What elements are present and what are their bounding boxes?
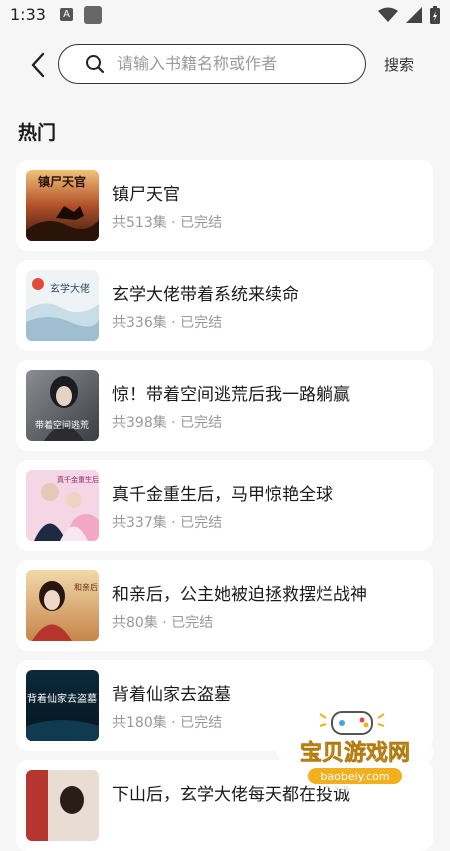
- episode-count: 共80集: [112, 615, 158, 631]
- cover-title: 带着空间逃荒: [35, 419, 89, 431]
- book-meta: 共180集 · 已完结: [112, 715, 223, 731]
- watermark-logo: 宝贝游戏网 baobeiy.com: [270, 704, 440, 794]
- episode-count: 共337集: [112, 515, 167, 531]
- book-card[interactable]: 镇尸天官 镇尸天官 共513集 · 已完结: [16, 160, 433, 251]
- watermark-url: baobeiy.com: [320, 770, 389, 783]
- book-card[interactable]: 真千金重生后 真千金重生后，马甲惊艳全球 共337集 · 已完结: [16, 460, 433, 551]
- book-title: 惊！带着空间逃荒后我一路躺赢: [112, 385, 350, 405]
- signal-icon: [406, 7, 422, 23]
- completion-status: 已完结: [180, 515, 223, 531]
- book-cover: 带着空间逃荒: [26, 370, 99, 441]
- book-meta: 共337集 · 已完结: [112, 515, 223, 531]
- episode-count: 共513集: [112, 215, 167, 231]
- section-title: 热门: [18, 122, 57, 144]
- book-cover: 镇尸天官: [26, 170, 99, 241]
- cover-title: 真千金重生后: [57, 475, 99, 484]
- notification-square-icon: [84, 6, 102, 24]
- book-cover: 背着仙家去盗墓: [26, 670, 99, 741]
- book-title: 玄学大佬带着系统来续命: [112, 285, 299, 305]
- book-card[interactable]: 和亲后 和亲后，公主她被迫拯救摆烂战神 共80集 · 已完结: [16, 560, 433, 651]
- cover-title: 镇尸天官: [38, 174, 86, 189]
- watermark-title: 宝贝游戏网: [300, 740, 410, 766]
- book-meta: 共513集 · 已完结: [112, 215, 223, 231]
- completion-status: 已完结: [180, 415, 223, 431]
- book-title: 背着仙家去盗墓: [112, 685, 231, 705]
- cover-title: 玄学大佬: [50, 282, 90, 295]
- cover-title: 背着仙家去盗墓: [27, 692, 97, 705]
- notification-a-icon: A: [60, 8, 73, 21]
- status-icons: [378, 6, 440, 24]
- battery-icon: [430, 6, 440, 24]
- episode-count: 共336集: [112, 315, 167, 331]
- book-card[interactable]: 带着空间逃荒 惊！带着空间逃荒后我一路躺赢 共398集 · 已完结: [16, 360, 433, 451]
- chevron-left-icon: [31, 52, 45, 78]
- search-icon: [86, 55, 105, 74]
- episode-count: 共180集: [112, 715, 167, 731]
- book-card[interactable]: 玄学大佬 玄学大佬带着系统来续命 共336集 · 已完结: [16, 260, 433, 351]
- book-cover: 玄学大佬: [26, 270, 99, 341]
- search-box[interactable]: [58, 44, 366, 84]
- episode-count: 共398集: [112, 415, 167, 431]
- book-cover: [26, 770, 99, 841]
- book-meta: 共80集 · 已完结: [112, 615, 214, 631]
- status-time: 1:33: [10, 5, 46, 24]
- completion-status: 已完结: [180, 215, 223, 231]
- book-title: 真千金重生后，马甲惊艳全球: [112, 485, 333, 505]
- wifi-icon: [378, 7, 398, 22]
- search-button[interactable]: 搜索: [384, 54, 414, 75]
- book-meta: 共398集 · 已完结: [112, 415, 223, 431]
- cover-title: 和亲后: [74, 582, 98, 592]
- back-button[interactable]: [24, 50, 54, 80]
- status-bar: 1:33 A: [0, 0, 450, 32]
- completion-status: 已完结: [171, 615, 214, 631]
- book-cover: 和亲后: [26, 570, 99, 641]
- book-title: 和亲后，公主她被迫拯救摆烂战神: [112, 585, 367, 605]
- book-meta: 共336集 · 已完结: [112, 315, 223, 331]
- book-cover: 真千金重生后: [26, 470, 99, 541]
- search-input[interactable]: [117, 45, 347, 82]
- completion-status: 已完结: [180, 315, 223, 331]
- completion-status: 已完结: [180, 715, 223, 731]
- book-title: 镇尸天官: [112, 185, 180, 205]
